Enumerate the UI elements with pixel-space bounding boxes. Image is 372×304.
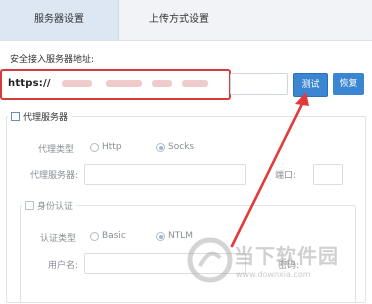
- watermark: 当下软件园 www.downxia.com: [186, 232, 372, 304]
- watermark-subtext: www.downxia.com: [236, 270, 311, 279]
- watermark-logo-icon: [187, 237, 233, 283]
- watermark-text: 当下软件园: [234, 244, 339, 268]
